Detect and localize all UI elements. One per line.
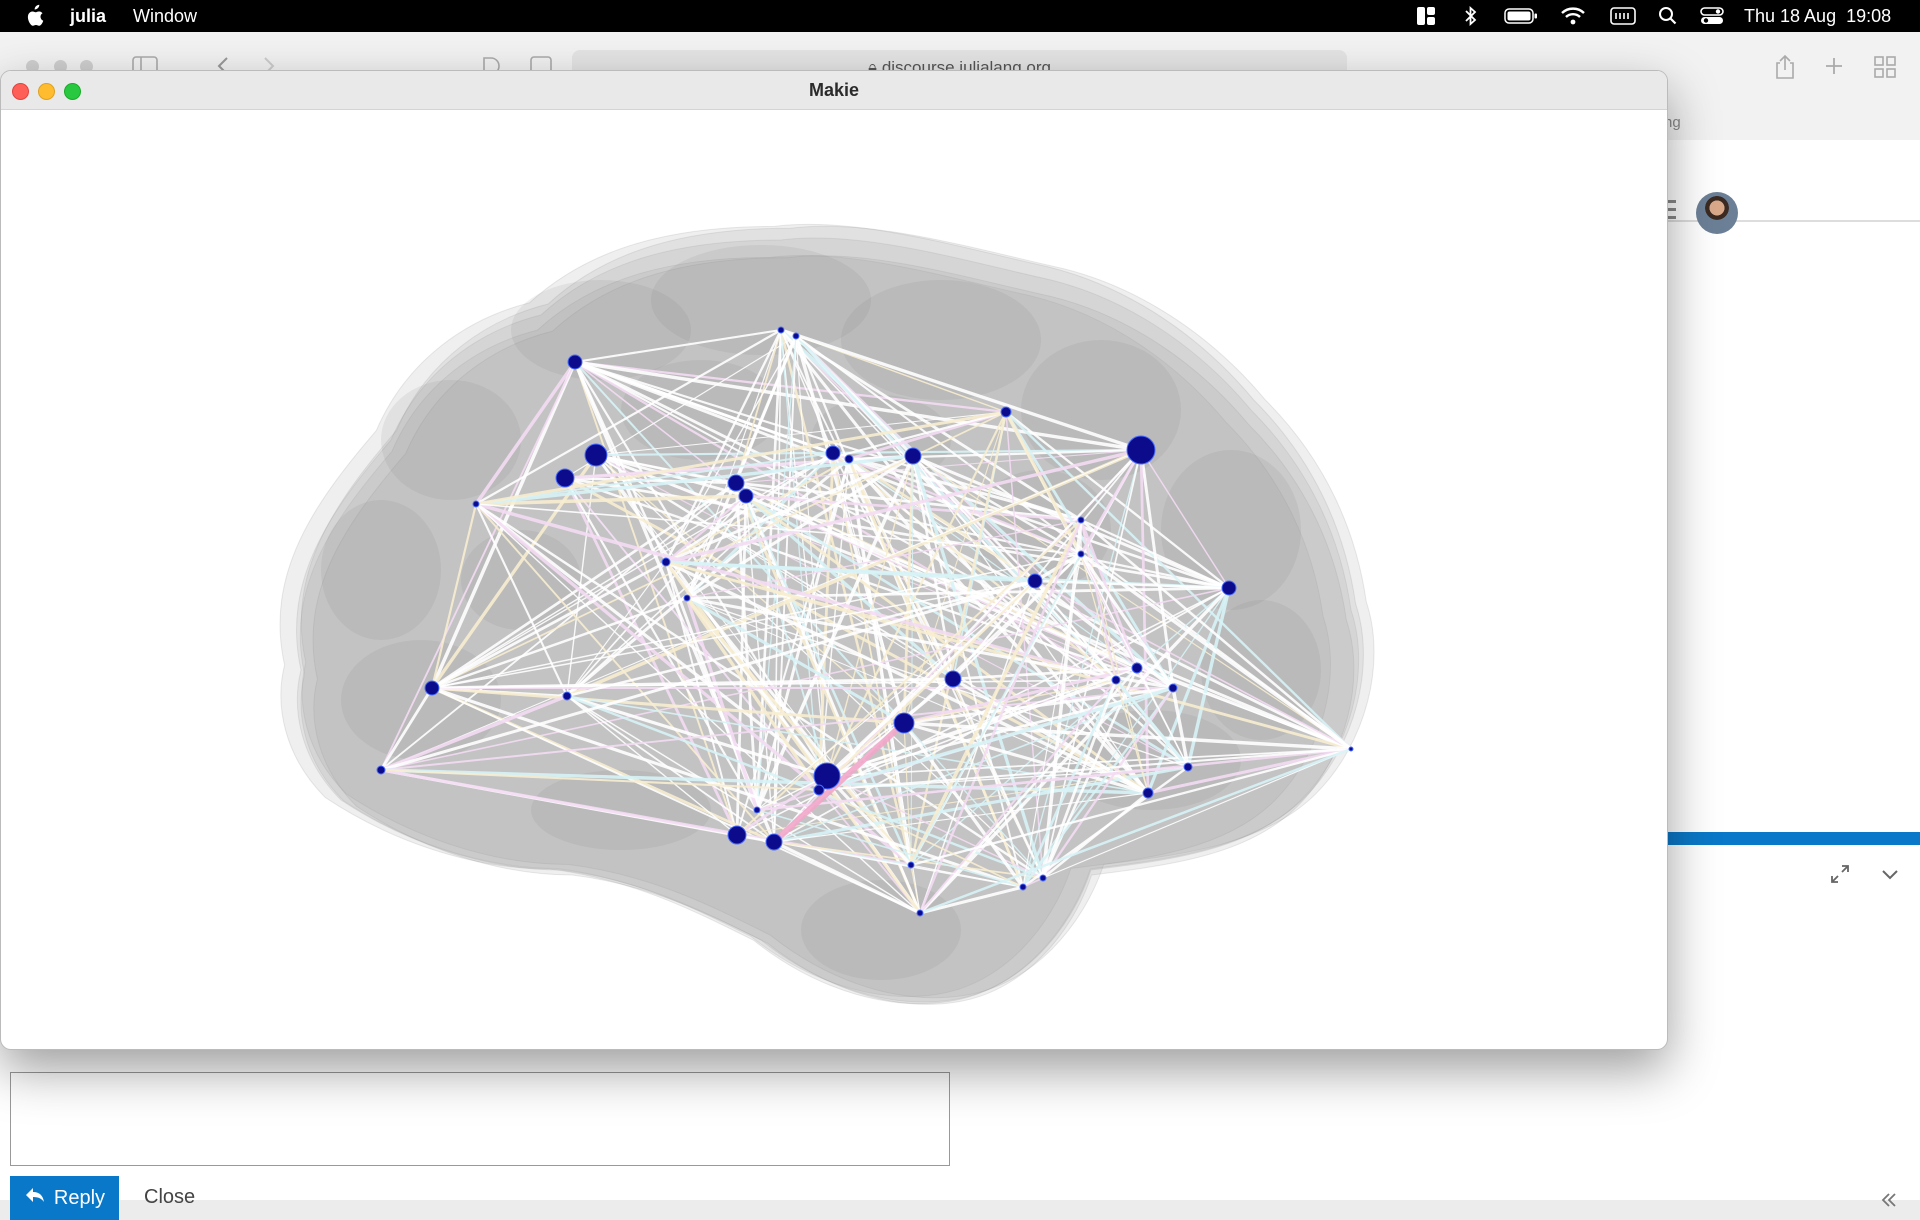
network-node	[584, 443, 608, 467]
reply-button[interactable]: Reply	[10, 1176, 119, 1220]
tab-overview-icon[interactable]	[1874, 56, 1896, 83]
network-node	[1142, 787, 1154, 799]
network-node	[1000, 406, 1012, 418]
brain-gyrus	[651, 245, 871, 355]
composer-grip[interactable]	[1665, 832, 1920, 845]
network-node	[1126, 435, 1156, 465]
keyboard-icon[interactable]	[1610, 5, 1636, 27]
menu-bar: julia Window Thu 18 Aug 19:08	[0, 0, 1920, 32]
apple-icon[interactable]	[24, 4, 44, 28]
search-icon[interactable]	[1658, 5, 1678, 27]
network-node	[1111, 675, 1121, 685]
network-node	[792, 332, 800, 340]
network-node	[825, 445, 841, 461]
composer-preview[interactable]	[10, 1072, 950, 1166]
user-avatar[interactable]	[1696, 192, 1738, 234]
makie-window: Makie	[0, 70, 1668, 1050]
network-node	[753, 806, 761, 814]
network-node	[567, 354, 583, 370]
network-node	[813, 784, 825, 796]
network-node	[424, 680, 440, 696]
network-node	[1183, 762, 1193, 772]
network-node	[562, 691, 572, 701]
network-node	[376, 765, 386, 775]
network-node	[555, 468, 575, 488]
network-node	[904, 447, 922, 465]
network-node	[661, 557, 671, 567]
makie-titlebar[interactable]: Makie	[1, 71, 1667, 110]
wifi-icon[interactable]	[1560, 5, 1586, 27]
brain-network-plot[interactable]	[1, 110, 1667, 1049]
network-node	[738, 488, 754, 504]
network-node	[916, 909, 924, 917]
network-node	[1131, 662, 1143, 674]
expand-icon[interactable]	[1830, 864, 1850, 889]
makie-window-title: Makie	[808, 80, 860, 100]
network-node	[893, 712, 915, 734]
reply-arrow-icon	[24, 1186, 46, 1210]
collapse-sidebar-icon[interactable]	[1880, 1188, 1898, 1216]
close-composer-link[interactable]: Close	[144, 1186, 195, 1209]
network-node	[727, 474, 745, 492]
brain-gyrus	[321, 500, 441, 640]
menu-clock[interactable]: Thu 18 Aug 19:08	[1744, 0, 1891, 32]
new-tab-icon[interactable]	[1824, 56, 1844, 81]
network-node	[1019, 883, 1027, 891]
network-node	[1077, 550, 1085, 558]
layout-icon[interactable]	[1416, 5, 1436, 27]
network-node	[1348, 746, 1354, 752]
battery-icon[interactable]	[1504, 5, 1538, 27]
bluetooth-icon[interactable]	[1464, 5, 1478, 27]
control-center-icon[interactable]	[1700, 5, 1724, 27]
network-node	[777, 326, 785, 334]
menu-window[interactable]: Window	[133, 0, 197, 32]
chevron-down-icon[interactable]	[1880, 864, 1900, 889]
reply-label: Reply	[53, 1186, 106, 1209]
network-node	[1039, 874, 1047, 882]
app-name[interactable]: julia	[70, 0, 106, 32]
share-icon[interactable]	[1774, 54, 1796, 85]
network-node	[727, 825, 747, 845]
brain-gyrus	[531, 770, 711, 850]
network-node	[1221, 580, 1237, 596]
network-node	[944, 670, 962, 688]
network-node	[472, 500, 480, 508]
network-node	[1077, 516, 1085, 524]
network-node	[1027, 573, 1043, 589]
network-node	[907, 861, 915, 869]
network-node	[1168, 683, 1178, 693]
network-node	[765, 833, 783, 851]
brain-gyrus	[381, 380, 521, 500]
network-node	[683, 594, 691, 602]
network-node	[844, 454, 854, 464]
